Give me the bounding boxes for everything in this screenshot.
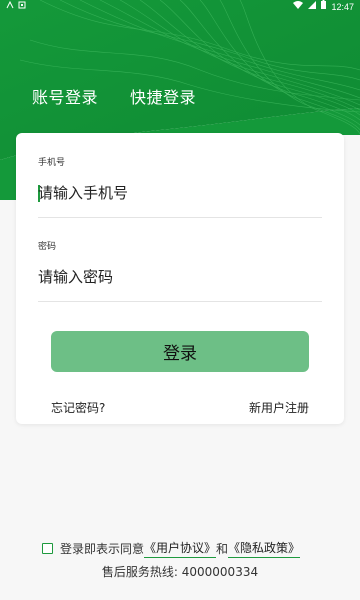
battery-icon [321, 0, 327, 14]
agreement-row: 登录即表示同意 《用户协议》 和 《隐私政策》 [42, 539, 301, 558]
login-tabs: 账号登录 快捷登录 [32, 84, 196, 108]
status-time: 12:47 [331, 2, 354, 12]
notification-icon [18, 0, 26, 14]
password-underline [38, 301, 322, 302]
password-label: 密码 [38, 242, 57, 252]
wifi-icon [293, 0, 304, 14]
signal-icon [308, 0, 317, 14]
register-link[interactable]: 新用户注册 [249, 399, 309, 416]
agreement-conjunction: 和 [216, 542, 229, 556]
network-icon [6, 0, 14, 14]
phone-input[interactable] [38, 179, 322, 207]
phone-label: 手机号 [38, 158, 66, 168]
login-button[interactable]: 登录 [51, 331, 309, 372]
service-hotline: 售后服务热线: 4000000334 [101, 565, 259, 579]
tab-quick-login[interactable]: 快捷登录 [130, 84, 196, 108]
password-input[interactable] [38, 263, 322, 291]
login-card: 手机号 密码 登录 忘记密码? 新用户注册 [16, 133, 344, 424]
agreement-checkbox[interactable] [42, 543, 53, 554]
privacy-policy-link[interactable]: 《隐私政策》 [228, 539, 301, 558]
phone-underline [38, 217, 322, 218]
tab-account-login[interactable]: 账号登录 [32, 84, 98, 108]
forgot-password-link[interactable]: 忘记密码? [51, 399, 105, 416]
user-agreement-link[interactable]: 《用户协议》 [144, 539, 217, 558]
status-bar: 12:47 [0, 0, 360, 14]
agreement-prefix: 登录即表示同意 [60, 542, 145, 556]
